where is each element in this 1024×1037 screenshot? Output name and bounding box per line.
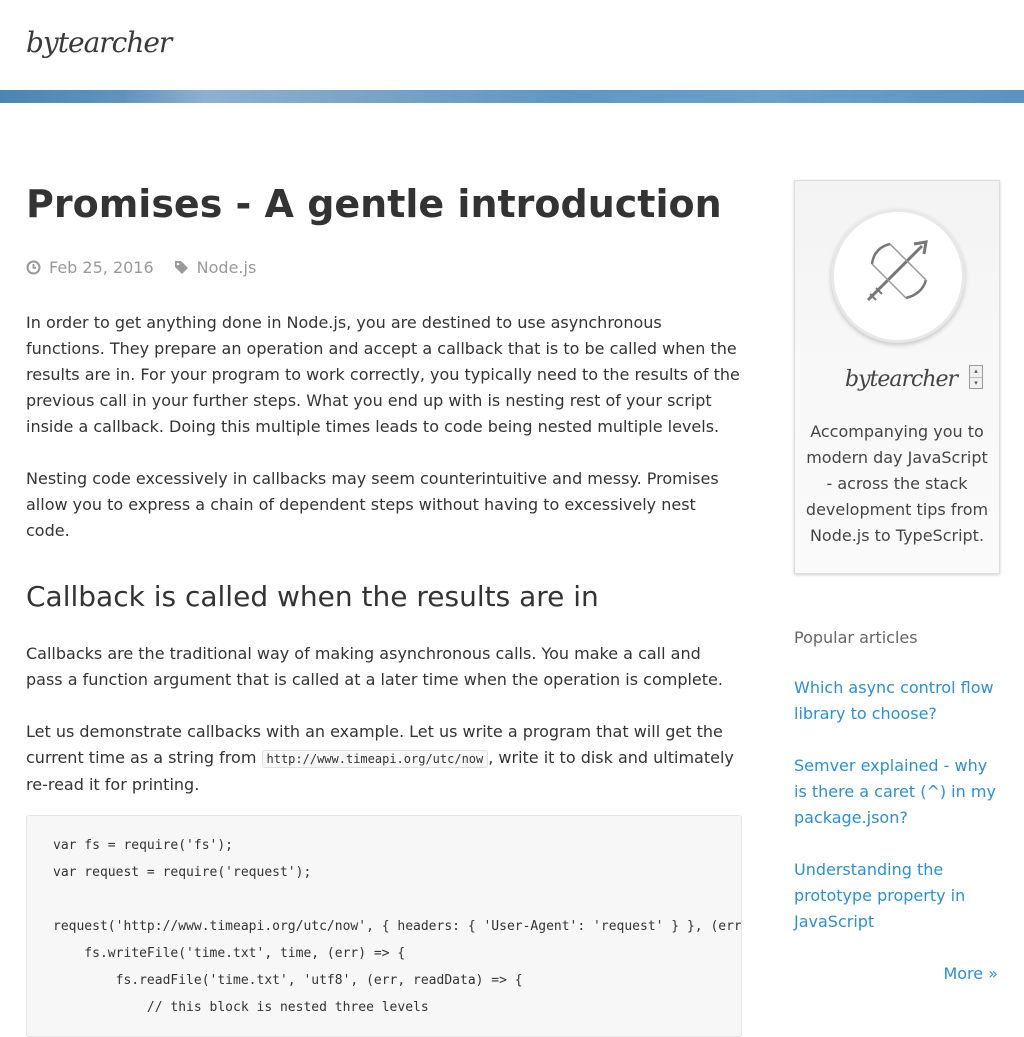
popular-link[interactable]: Semver explained - why is there a caret … [794, 753, 1004, 831]
paragraph-nesting: Nesting code excessively in callbacks ma… [26, 469, 719, 540]
author-card: bytearcher ▴ ▾ Accompanying you to moder… [794, 180, 1000, 574]
mini-scroller[interactable]: ▴ ▾ [969, 365, 983, 389]
article-body: In order to get anything done in Node.js… [26, 310, 742, 824]
header-banner [0, 90, 1024, 103]
paragraph-example: Let us demonstrate callbacks with an exa… [26, 719, 742, 798]
site-header: bytearcher [0, 0, 1024, 90]
scroll-up-icon[interactable]: ▴ [970, 366, 982, 378]
code-line: var fs = require('fs'); [53, 838, 234, 853]
card-description: Accompanying you to modern day JavaScrip… [805, 422, 989, 545]
popular-link[interactable]: Which async control flow library to choo… [794, 675, 1004, 727]
code-line: request('http://www.timeapi.org/utc/now'… [53, 919, 742, 934]
clock-icon [26, 260, 41, 275]
popular-heading: Popular articles [794, 628, 918, 647]
code-content: var fs = require('fs'); var request = req… [27, 816, 741, 1021]
article-title: Promises - A gentle introduction [26, 182, 722, 226]
code-line: var request = require('request'); [53, 865, 312, 880]
article-tag-link[interactable]: Node.js [197, 258, 257, 277]
article-meta: Feb 25, 2016 Node.js [26, 258, 256, 277]
inline-code-url: http://www.timeapi.org/utc/now [261, 750, 489, 768]
card-author-name: bytearcher [845, 367, 958, 392]
crossbow-icon [866, 240, 928, 302]
scroll-down-icon[interactable]: ▾ [970, 378, 982, 389]
code-block: var fs = require('fs'); var request = req… [26, 815, 742, 1037]
site-logo[interactable]: bytearcher [26, 26, 172, 59]
popular-articles: Popular articles Which async control flo… [794, 626, 1004, 961]
popular-link[interactable]: Understanding the prototype property in … [794, 857, 1004, 935]
section-heading-callback: Callback is called when the results are … [26, 580, 599, 613]
paragraph-callbacks: Callbacks are the traditional way of mak… [26, 644, 723, 689]
more-link[interactable]: More » [943, 964, 998, 983]
paragraph-intro: In order to get anything done in Node.js… [26, 313, 740, 436]
article-date: Feb 25, 2016 [49, 258, 154, 277]
code-line: fs.writeFile('time.txt', time, (err) => … [53, 946, 406, 961]
code-line: // this block is nested three levels [53, 1000, 429, 1015]
tag-icon [174, 260, 189, 275]
avatar [831, 209, 965, 343]
code-line: fs.readFile('time.txt', 'utf8', (err, re… [53, 973, 523, 988]
